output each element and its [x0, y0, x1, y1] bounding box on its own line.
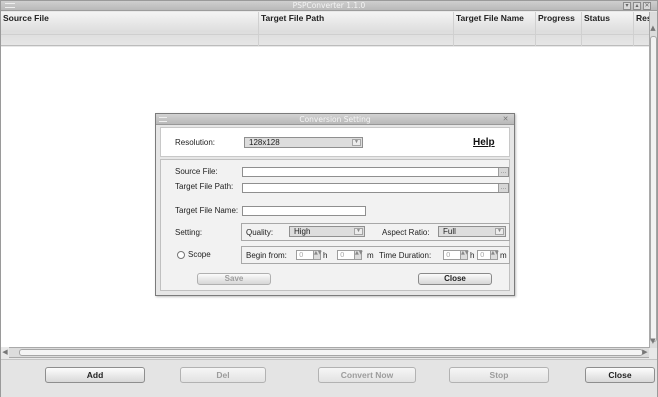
begin-minute-unit: m	[367, 251, 374, 260]
maximize-button[interactable]: ▴	[633, 2, 641, 10]
source-file-label: Source File:	[175, 167, 218, 176]
column-target-file-name[interactable]: Target File Name	[454, 12, 536, 46]
duration-minute-input[interactable]: 0	[477, 250, 491, 260]
target-file-path-input[interactable]: …	[242, 183, 509, 193]
aspect-ratio-select[interactable]: Full ▼	[438, 226, 506, 237]
begin-minute-spinner-icon[interactable]: ▲▼	[354, 250, 363, 260]
quality-select[interactable]: High ▼	[289, 226, 365, 237]
column-target-file-path[interactable]: Target File Path	[259, 12, 454, 46]
vertical-scroll-thumb[interactable]	[650, 36, 657, 342]
quality-dropdown-icon[interactable]: ▼	[354, 228, 363, 235]
convert-now-button[interactable]: Convert Now	[318, 367, 416, 383]
quality-value: High	[294, 227, 311, 236]
browse-target-button[interactable]: …	[498, 184, 508, 192]
aspect-ratio-label: Aspect Ratio:	[382, 228, 430, 237]
settings-panel: Source File: … Target File Path: … Targe…	[160, 159, 510, 291]
target-file-path-label: Target File Path:	[175, 182, 234, 191]
header-divider	[1, 34, 649, 35]
table-header: Source File Target File Path Target File…	[1, 12, 652, 46]
window-title: PSPConverter 1.1.0	[292, 1, 366, 10]
scope-group: Begin from: 0 ▲▼ h 0 ▲▼ m Time Duration:…	[241, 246, 510, 264]
aspect-dropdown-icon[interactable]: ▼	[495, 228, 504, 235]
add-button[interactable]: Add	[45, 367, 145, 383]
target-file-name-label: Target File Name:	[175, 206, 239, 215]
column-status[interactable]: Status	[582, 12, 634, 46]
begin-hour-input[interactable]: 0	[296, 250, 314, 260]
horizontal-scroll-thumb[interactable]	[19, 349, 643, 356]
save-button[interactable]: Save	[197, 273, 271, 285]
browse-source-button[interactable]: …	[498, 168, 508, 176]
del-button[interactable]: Del	[180, 367, 266, 383]
column-res[interactable]: Res	[634, 12, 652, 46]
column-progress[interactable]: Progress	[536, 12, 582, 46]
scroll-left-arrow-icon[interactable]: ◀	[1, 348, 9, 357]
duration-minute-spinner-icon[interactable]: ▲▼	[490, 250, 499, 260]
minimize-button[interactable]: ▾	[623, 2, 631, 10]
bottom-toolbar: Add Del Convert Now Stop Close	[1, 359, 657, 397]
aspect-ratio-value: Full	[443, 227, 456, 236]
dialog-title: Conversion Setting	[299, 115, 371, 124]
resolution-panel: Resolution: 128x128 ▼ Help	[160, 127, 510, 157]
app-window: PSPConverter 1.1.0 ▾ ▴ ✕ Source File Tar…	[0, 0, 658, 397]
column-source-file[interactable]: Source File	[1, 12, 259, 46]
scope-radio[interactable]	[177, 251, 185, 259]
duration-minute-unit: m	[500, 251, 507, 260]
help-link[interactable]: Help	[473, 137, 495, 148]
dropdown-arrow-icon[interactable]: ▼	[352, 139, 361, 146]
dialog-title-bar[interactable]: Conversion Setting ✕	[156, 114, 514, 125]
stop-button[interactable]: Stop	[449, 367, 549, 383]
duration-hour-input[interactable]: 0	[443, 250, 461, 260]
time-duration-label: Time Duration:	[379, 251, 432, 260]
begin-hour-unit: h	[323, 251, 328, 260]
quality-label: Quality:	[246, 228, 274, 237]
vertical-scrollbar[interactable]: ▲ ▼	[649, 12, 657, 348]
scope-label: Scope	[188, 250, 211, 259]
close-button[interactable]: Close	[585, 367, 655, 383]
begin-from-label: Begin from:	[246, 251, 287, 260]
duration-hour-spinner-icon[interactable]: ▲▼	[460, 250, 469, 260]
resolution-label: Resolution:	[175, 138, 216, 147]
horizontal-scrollbar[interactable]	[9, 347, 649, 358]
setting-group: Quality: High ▼ Aspect Ratio: Full ▼	[241, 223, 510, 241]
resolution-value: 128x128	[249, 138, 280, 147]
resolution-select[interactable]: 128x128 ▼	[244, 137, 363, 148]
begin-hour-spinner-icon[interactable]: ▲▼	[313, 250, 322, 260]
begin-minute-input[interactable]: 0	[337, 250, 355, 260]
conversion-setting-dialog: Conversion Setting ✕ Resolution: 128x128…	[155, 113, 515, 296]
dialog-close-icon[interactable]: ✕	[501, 115, 510, 123]
scroll-down-arrow-icon[interactable]: ▼	[649, 337, 657, 346]
dialog-close-button[interactable]: Close	[418, 273, 492, 285]
close-window-button[interactable]: ✕	[643, 2, 651, 10]
scroll-up-arrow-icon[interactable]: ▲	[649, 24, 657, 33]
scroll-right-arrow-icon[interactable]: ▶	[641, 348, 649, 357]
duration-hour-unit: h	[470, 251, 475, 260]
title-bar[interactable]: PSPConverter 1.1.0 ▾ ▴ ✕	[1, 1, 657, 11]
setting-label: Setting:	[175, 228, 203, 237]
source-file-input[interactable]: …	[242, 167, 509, 177]
target-file-name-input[interactable]	[242, 206, 366, 216]
